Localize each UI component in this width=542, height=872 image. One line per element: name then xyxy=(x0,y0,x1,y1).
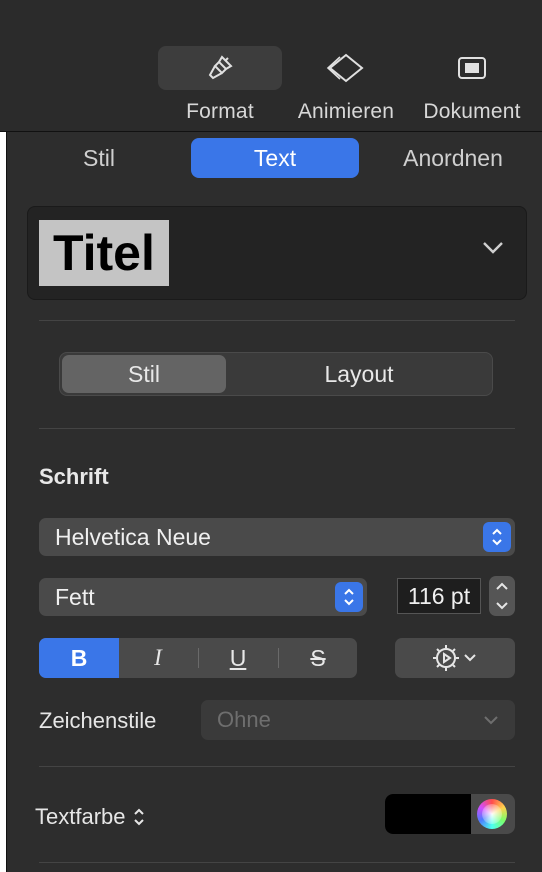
advanced-options-button[interactable] xyxy=(395,638,515,678)
document-icon xyxy=(410,46,534,90)
document-label: Dokument xyxy=(423,100,521,123)
font-family-popup[interactable]: Helvetica Neue xyxy=(39,518,515,556)
character-styles-label: Zeichenstile xyxy=(39,708,157,733)
toolbar: Format Animieren Dokument xyxy=(0,0,542,132)
animate-toolbar-button[interactable]: Animieren xyxy=(284,0,408,132)
animate-label: Animieren xyxy=(297,100,395,123)
divider xyxy=(39,766,515,767)
paintbrush-icon xyxy=(158,46,282,90)
inspector-tabs: Stil Text Anordnen xyxy=(7,138,542,178)
text-color-well[interactable] xyxy=(385,794,515,834)
character-styles-popup[interactable]: Ohne xyxy=(201,700,515,740)
paragraph-style-popup[interactable]: Titel xyxy=(27,206,527,300)
font-size-stepper[interactable] xyxy=(489,576,515,616)
document-toolbar-button[interactable]: Dokument xyxy=(410,0,534,132)
italic-button[interactable]: I xyxy=(119,638,197,678)
format-toolbar-button[interactable]: Format xyxy=(158,0,282,132)
character-styles-value: Ohne xyxy=(217,707,271,732)
tab-text[interactable]: Text xyxy=(191,138,359,178)
format-label: Format xyxy=(186,100,254,123)
color-swatch[interactable] xyxy=(385,794,471,834)
tab-arrange[interactable]: Anordnen xyxy=(383,138,523,178)
chevron-up-icon[interactable] xyxy=(495,581,509,591)
text-color-label: Textfarbe xyxy=(35,804,126,829)
chevron-down-icon[interactable] xyxy=(495,601,509,611)
divider xyxy=(39,428,515,429)
style-layout-segmented: Stil Layout xyxy=(59,352,493,396)
text-color-popup[interactable]: Textfarbe xyxy=(35,804,146,830)
divider xyxy=(39,862,515,863)
updown-chevron-icon xyxy=(335,582,363,612)
font-family-value: Helvetica Neue xyxy=(55,523,211,550)
diamond-icon xyxy=(284,46,408,90)
updown-chevron-icon xyxy=(483,522,511,552)
segment-layout[interactable]: Layout xyxy=(228,355,490,393)
strikethrough-button[interactable]: S xyxy=(279,638,357,678)
font-size-field[interactable]: 116 pt xyxy=(397,578,481,614)
text-format-buttons: B I U S xyxy=(39,638,357,678)
bold-button[interactable]: B xyxy=(39,638,119,678)
underline-button[interactable]: U xyxy=(199,638,277,678)
typeface-value: Fett xyxy=(55,583,95,610)
typeface-popup[interactable]: Fett xyxy=(39,578,367,616)
font-section-title: Schrift xyxy=(39,464,109,489)
gear-icon xyxy=(433,645,476,671)
format-sidebar: Stil Text Anordnen Titel Stil Layout Sch… xyxy=(6,132,542,872)
divider xyxy=(39,320,515,321)
segment-style[interactable]: Stil xyxy=(62,355,226,393)
updown-chevron-icon xyxy=(133,808,144,826)
paragraph-style-preview: Titel xyxy=(39,220,169,286)
color-wheel-icon[interactable] xyxy=(477,799,507,829)
chevron-down-icon xyxy=(484,716,498,725)
chevron-down-icon xyxy=(482,241,504,260)
tab-style[interactable]: Stil xyxy=(39,138,159,178)
